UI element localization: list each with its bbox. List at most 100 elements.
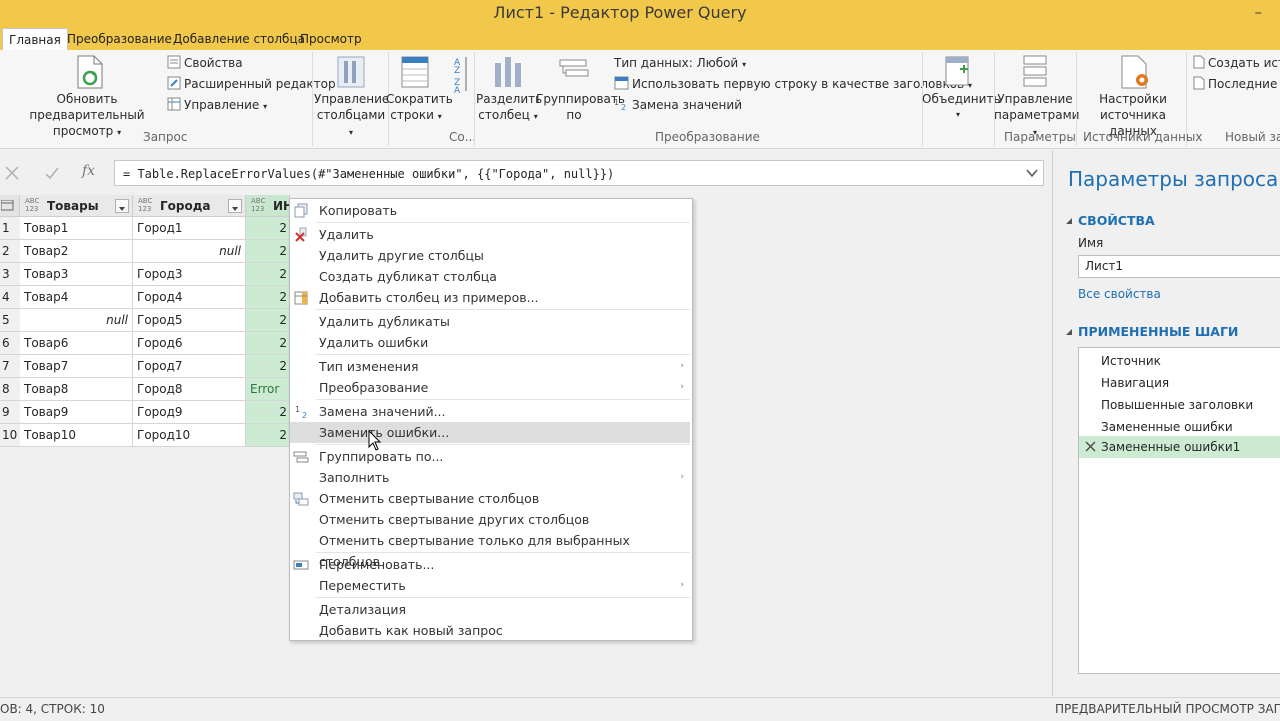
- table-cell[interactable]: Товар3: [20, 263, 133, 286]
- table-cell[interactable]: 2: [246, 401, 290, 424]
- menu-item-delete-other-columns[interactable]: Удалить другие столбцы: [290, 245, 690, 266]
- table-cell[interactable]: Товар2: [20, 240, 133, 263]
- table-cell[interactable]: Error: [246, 378, 290, 401]
- group-params-title: Параметры: [1004, 130, 1076, 144]
- table-cell[interactable]: 2: [246, 424, 290, 447]
- menu-item-copy[interactable]: Копировать: [290, 200, 690, 221]
- table-cell[interactable]: null: [133, 240, 246, 263]
- table-cell[interactable]: 2: [246, 309, 290, 332]
- collapse-triangle-icon[interactable]: [1065, 217, 1073, 225]
- delete-step-icon[interactable]: [1085, 441, 1096, 452]
- menu-item-remove-duplicates[interactable]: Удалить дубликаты: [290, 311, 690, 332]
- menu-item-drill-down[interactable]: Детализация: [290, 599, 690, 620]
- menu-item-duplicate-column[interactable]: Создать дубликат столбца: [290, 266, 690, 287]
- tab-home[interactable]: Главная: [2, 28, 68, 51]
- step-replaced-errors-1[interactable]: Замененные ошибки1: [1079, 436, 1280, 458]
- menu-item-delete[interactable]: Удалить: [290, 224, 690, 245]
- table-cell[interactable]: Товар8: [20, 378, 133, 401]
- query-name-input[interactable]: Лист1: [1078, 255, 1280, 278]
- cancel-formula-icon[interactable]: [4, 165, 20, 181]
- table-cell[interactable]: Товар4: [20, 286, 133, 309]
- fx-icon[interactable]: fx: [82, 163, 95, 179]
- menu-separator: [316, 309, 690, 310]
- menu-item-unpivot-selected-only[interactable]: Отменить свертывание только для выбранны…: [290, 530, 690, 569]
- all-properties-link[interactable]: Все свойства: [1078, 287, 1161, 301]
- table-cell[interactable]: Город9: [133, 401, 246, 424]
- table-cell[interactable]: 2: [246, 217, 290, 240]
- step-replaced-errors[interactable]: Замененные ошибки: [1101, 418, 1233, 436]
- menu-item-rename[interactable]: Переименовать...: [290, 554, 690, 575]
- combine-label: Объединить: [922, 92, 1001, 106]
- first-row-header-button[interactable]: Использовать первую строку в качестве за…: [632, 76, 972, 94]
- menu-item-remove-errors[interactable]: Удалить ошибки: [290, 332, 690, 353]
- split-column-button[interactable]: Разделить столбец ▾: [476, 91, 542, 125]
- formula-input[interactable]: = Table.ReplaceErrorValues(#"Замененные …: [114, 160, 1044, 186]
- menu-item-move[interactable]: Переместить ›: [290, 575, 690, 596]
- menu-item-transform[interactable]: Преобразование ›: [290, 377, 690, 398]
- table-cell[interactable]: 2: [246, 286, 290, 309]
- manage-columns-label-2: столбцами ▾: [316, 108, 386, 137]
- replace-values-button[interactable]: Замена значений: [632, 97, 742, 113]
- column-filter-button[interactable]: [115, 199, 129, 213]
- menu-item-unpivot-other-columns[interactable]: Отменить свертывание других столбцов: [290, 509, 690, 530]
- expand-formula-icon[interactable]: [1026, 168, 1038, 178]
- tab-add-column[interactable]: Добавление столбца: [167, 28, 311, 50]
- table-cell[interactable]: Товар9: [20, 401, 133, 424]
- table-cell[interactable]: Товар6: [20, 332, 133, 355]
- confirm-formula-icon[interactable]: [44, 165, 60, 181]
- table-cell[interactable]: Город4: [133, 286, 246, 309]
- data-type-dropdown[interactable]: Тип данных: Любой ▾: [614, 55, 746, 73]
- menu-item-add-as-new-query[interactable]: Добавить как новый запрос: [290, 620, 690, 641]
- table-cell[interactable]: Товар10: [20, 424, 133, 447]
- tab-view[interactable]: Просмотр: [294, 28, 368, 50]
- step-promoted-headers[interactable]: Повышенные заголовки: [1101, 396, 1253, 414]
- reduce-rows-icon: [401, 56, 429, 88]
- menu-item-unpivot-columns[interactable]: Отменить свертывание столбцов: [290, 488, 690, 509]
- reduce-rows-label-2: строки ▾: [390, 108, 442, 122]
- column-header-selected[interactable]: ABC 123 ИН: [246, 195, 293, 217]
- ribbon-separator: [1186, 52, 1187, 146]
- manage-button[interactable]: Управление ▾: [184, 97, 267, 115]
- menu-item-column-from-examples[interactable]: Добавить столбец из примеров...: [290, 287, 690, 308]
- query-settings-pane: Параметры запроса СВОЙСТВА Имя Лист1 Все…: [1052, 150, 1280, 696]
- submenu-arrow-icon: ›: [680, 580, 684, 590]
- collapse-triangle-icon[interactable]: [1065, 328, 1073, 336]
- table-corner[interactable]: [0, 195, 20, 217]
- table-cell[interactable]: Город10: [133, 424, 246, 447]
- group-sort-title: Со...: [449, 130, 477, 144]
- table-cell[interactable]: Город1: [133, 217, 246, 240]
- table-cell[interactable]: Город5: [133, 309, 246, 332]
- table-cell[interactable]: 2: [246, 263, 290, 286]
- properties-button[interactable]: Свойства: [184, 55, 243, 71]
- table-cell[interactable]: 2: [246, 240, 290, 263]
- step-source[interactable]: Источник: [1101, 352, 1161, 370]
- menu-item-fill[interactable]: Заполнить ›: [290, 467, 690, 488]
- menu-item-replace-errors[interactable]: Заменить ошибки...: [290, 422, 690, 443]
- table-cell[interactable]: Товар1: [20, 217, 133, 240]
- group-by-button[interactable]: Группировать по: [536, 91, 625, 123]
- column-filter-button[interactable]: [228, 199, 242, 213]
- minimize-button[interactable]: –: [1255, 0, 1263, 24]
- table-cell[interactable]: Город6: [133, 332, 246, 355]
- column-header-products[interactable]: ABC 123 Товары: [20, 195, 133, 217]
- table-cell[interactable]: Товар7: [20, 355, 133, 378]
- recent-sources-button[interactable]: Последние ис: [1208, 76, 1280, 92]
- table-cell[interactable]: Город7: [133, 355, 246, 378]
- table-cell[interactable]: 2: [246, 355, 290, 378]
- table-cell[interactable]: 2: [246, 332, 290, 355]
- table-cell[interactable]: Город8: [133, 378, 246, 401]
- table-cell[interactable]: Город3: [133, 263, 246, 286]
- new-source-button[interactable]: Создать источ: [1208, 55, 1280, 71]
- reduce-rows-button[interactable]: Сократить строки ▾: [386, 91, 453, 125]
- type-badge: ABC: [138, 197, 153, 205]
- step-navigation[interactable]: Навигация: [1101, 374, 1169, 392]
- column-header-cities[interactable]: ABC 123 Города: [133, 195, 246, 217]
- manage-columns-button[interactable]: Управление столбцами ▾: [314, 91, 389, 141]
- menu-item-group-by[interactable]: Группировать по...: [290, 446, 690, 467]
- title-bar: Лист1 - Редактор Power Query –: [0, 0, 1280, 26]
- menu-item-change-type[interactable]: Тип изменения ›: [290, 356, 690, 377]
- combine-button[interactable]: Объединить ▾: [922, 91, 1001, 123]
- tab-transform[interactable]: Преобразование: [61, 28, 178, 50]
- table-cell[interactable]: null: [20, 309, 133, 332]
- menu-item-replace-values[interactable]: 12 Замена значений...: [290, 401, 690, 422]
